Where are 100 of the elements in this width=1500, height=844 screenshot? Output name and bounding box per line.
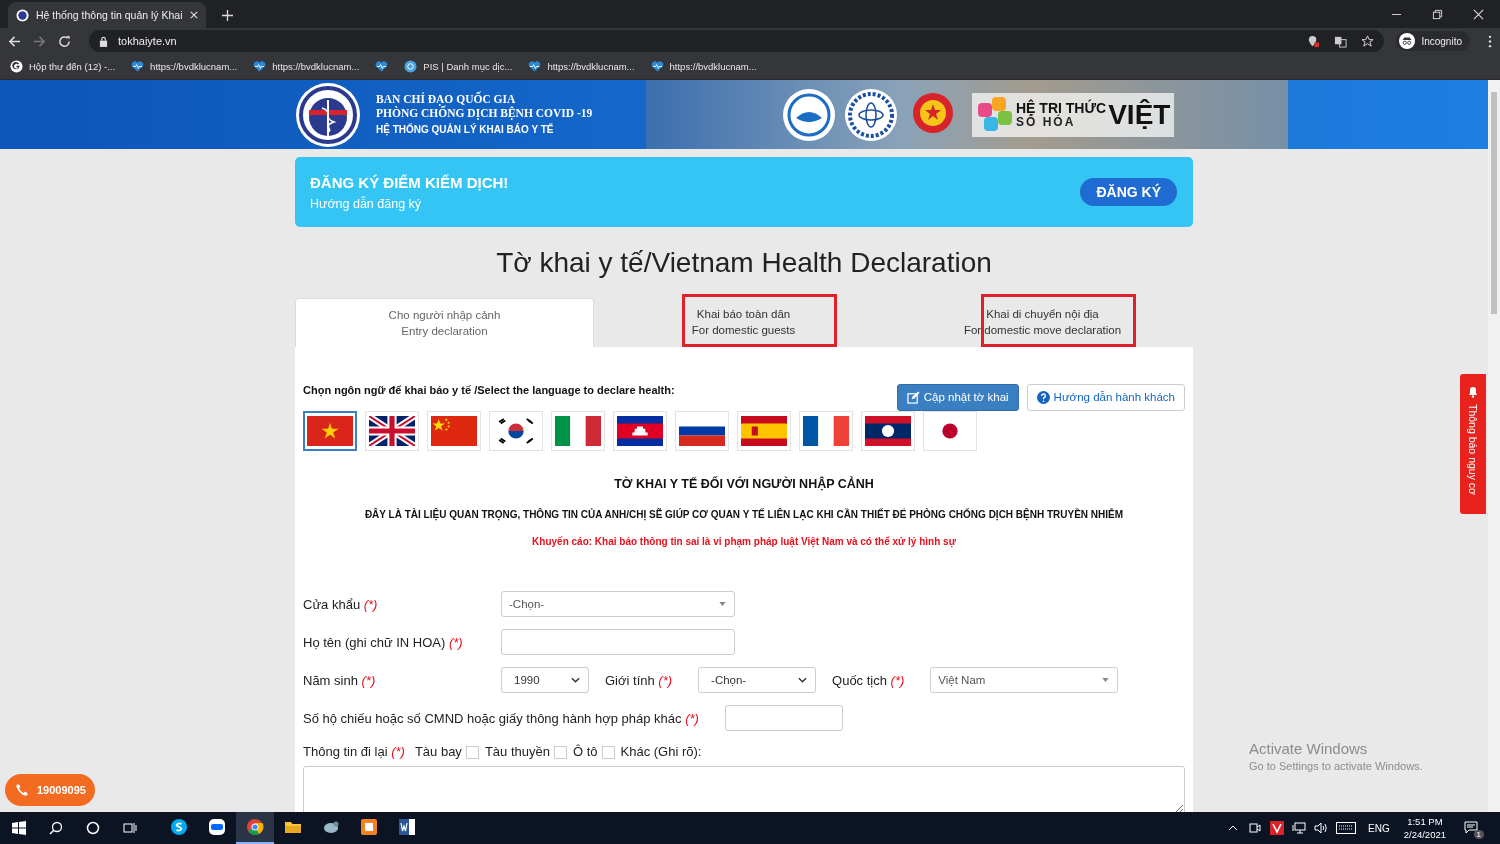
notification-icon[interactable] xyxy=(1464,821,1478,835)
select-field[interactable]: 1990 xyxy=(501,667,589,693)
heartbeat-icon xyxy=(375,60,389,73)
declaration-tab[interactable]: Cho người nhập cảnh Entry declaration xyxy=(295,298,594,347)
incognito-icon xyxy=(1399,33,1416,49)
location-blocked-icon[interactable] xyxy=(1307,34,1321,48)
translate-icon[interactable] xyxy=(1334,34,1348,48)
back-icon[interactable] xyxy=(8,34,21,48)
heartbeat-icon xyxy=(253,60,267,73)
warning-text: Khuyến cáo: Khai báo thông tin sai là vi phạm pháp luật Việt Nam và có thể xử lý hình sự xyxy=(531,536,957,547)
more-menu-icon[interactable] xyxy=(1488,34,1492,48)
keyboard-icon[interactable] xyxy=(1336,822,1357,834)
bookmark-link[interactable]: https://bvdklucnam... xyxy=(650,60,757,73)
field-label: Khác (Ghi rõ): xyxy=(620,743,702,759)
flag-icon xyxy=(617,416,663,446)
activation-notice-text: Go to Settings to activate Windows. xyxy=(1249,760,1423,772)
language-indicator[interactable]: ENG xyxy=(1368,822,1390,834)
flag-icon xyxy=(741,416,787,446)
notice-subtitle: Hướng dẫn đăng ký xyxy=(310,196,423,211)
notice-title: ĐĂNG KÝ ĐIỂM KIỂM DỊCH! xyxy=(310,173,510,191)
field-label: Số hộ chiếu hoặc số CMND hoặc giấy thông hành hợp pháp khác (*) xyxy=(303,710,699,726)
banner-text: HỆ THỐNG QUẢN LÝ KHAI BÁO Y TẾ xyxy=(376,122,555,137)
heartbeat-icon xyxy=(131,60,145,73)
clock[interactable]: 1:51 PM 2/24/2021 xyxy=(1403,815,1446,841)
dropdown-arrow-icon xyxy=(719,602,726,606)
bookmark-link[interactable]: https://bvdklucnam... xyxy=(253,60,360,73)
brand-text: SỐ HÓA xyxy=(1016,116,1077,129)
browser-tab[interactable]: Hệ thống thông tin quản lý Khai xyxy=(8,2,206,28)
tab-title: Hệ thống thông tin quản lý Khai xyxy=(36,9,183,21)
emblem-icon xyxy=(782,87,836,142)
heartbeat-icon xyxy=(650,60,664,73)
checkbox[interactable] xyxy=(465,745,479,759)
page-title: Tờ khai y tế/Vietnam Health Declaration xyxy=(495,246,993,280)
skype-app-icon xyxy=(170,818,188,836)
volume-icon[interactable] xyxy=(1314,821,1329,835)
flag-icon xyxy=(865,416,911,446)
globe-icon xyxy=(404,60,418,73)
meet-icon[interactable] xyxy=(1248,821,1263,835)
close-icon[interactable] xyxy=(1473,9,1484,20)
chevron-up-icon[interactable] xyxy=(1228,825,1239,831)
forward-icon[interactable] xyxy=(33,34,46,48)
guide-button[interactable]: Hướng dẫn hành khách xyxy=(1026,383,1185,411)
checkbox[interactable] xyxy=(553,745,567,759)
antivirus-icon[interactable] xyxy=(1270,821,1285,835)
chrome-app-icon xyxy=(246,818,264,836)
declaration-tab[interactable]: Khai báo toàn dân For domestic guests xyxy=(594,298,893,347)
register-button[interactable]: ĐĂNG KÝ xyxy=(1080,178,1177,206)
field-label: Cửa khẩu (*) xyxy=(303,596,379,612)
form-notice: ĐÂY LÀ TÀI LIỆU QUAN TRỌNG, THÔNG TIN CỦA ANH/CHỊ SẼ GIÚP CƠ QUAN Y TẾ LIÊN LẠC KHI CẦN THIẾT ĐỂ PHÒNG CHỐNG DỊCH BỆNH TRUYỀN NHIỄM xyxy=(363,509,1125,520)
brand-text: VIỆT xyxy=(1108,98,1171,131)
update-button[interactable]: Cập nhật tờ khai xyxy=(896,383,1019,411)
flag-icon xyxy=(803,416,849,446)
word-app-icon xyxy=(398,818,416,836)
risk-alert-tab[interactable]: Thông báo nguy cơ xyxy=(1460,374,1486,514)
field-label: Quốc tịch (*) xyxy=(832,672,905,688)
star-icon[interactable] xyxy=(1361,34,1375,48)
search-icon[interactable] xyxy=(49,821,63,835)
field-label: Họ tên (ghi chữ IN HOA) (*) xyxy=(303,634,464,650)
reload-icon[interactable] xyxy=(58,34,71,48)
text-input[interactable] xyxy=(501,629,735,655)
flag-icon xyxy=(307,416,353,446)
address-bar[interactable]: tokhaiyte.vn xyxy=(89,30,1385,52)
select-field[interactable]: -Chọn- xyxy=(698,667,817,693)
bookmark-link[interactable] xyxy=(375,60,389,73)
dropdown[interactable]: Việt Nam xyxy=(930,667,1119,693)
ministry-logo-icon xyxy=(295,81,361,148)
windows-start-icon[interactable] xyxy=(12,821,26,835)
task-view-icon[interactable] xyxy=(123,821,137,835)
edit-icon xyxy=(906,390,920,404)
bookmark-link[interactable]: Hộp thư đến (12) -... xyxy=(10,60,116,73)
new-tab-icon[interactable] xyxy=(221,10,233,21)
chevron-down-icon xyxy=(798,677,808,683)
cortana-icon[interactable] xyxy=(86,821,100,835)
close-icon[interactable] xyxy=(189,11,198,19)
flag-icon xyxy=(431,416,477,446)
help-icon xyxy=(1036,390,1050,404)
bell-icon xyxy=(1467,386,1479,398)
notification-count: 1 xyxy=(1473,830,1484,839)
flag-icon xyxy=(369,416,415,446)
restore-icon[interactable] xyxy=(1432,9,1443,20)
favicon-icon xyxy=(16,8,29,22)
bookmark-link[interactable]: https://bvdklucnam... xyxy=(528,60,635,73)
checkbox[interactable] xyxy=(601,745,615,759)
checkbox-label: Tàu bay xyxy=(414,743,462,759)
taskbar-app[interactable] xyxy=(236,812,274,844)
dropdown[interactable]: -Chọn- xyxy=(501,591,735,617)
text-input[interactable] xyxy=(724,705,843,731)
activation-notice-title: Activate Windows xyxy=(1249,740,1369,757)
zalo-app-icon xyxy=(208,818,226,836)
banner-text: PHÒNG CHỐNG DỊCH BỆNH COVID -19 xyxy=(376,106,594,120)
field-label: Giới tính (*) xyxy=(605,672,673,688)
scrollbar[interactable] xyxy=(1488,80,1500,812)
google-icon xyxy=(10,60,23,73)
incognito-profile-button[interactable]: Incognito xyxy=(1396,31,1470,51)
bookmark-link[interactable]: PIS | Danh mục dịc... xyxy=(404,60,513,73)
flag-icon xyxy=(555,416,601,446)
network-icon[interactable] xyxy=(1292,821,1307,835)
bookmark-link[interactable]: https://bvdklucnam... xyxy=(131,60,238,73)
declaration-tab[interactable]: Khai di chuyển nội địa For domestic move declaration xyxy=(893,298,1192,347)
atom-emblem-icon xyxy=(844,87,898,142)
